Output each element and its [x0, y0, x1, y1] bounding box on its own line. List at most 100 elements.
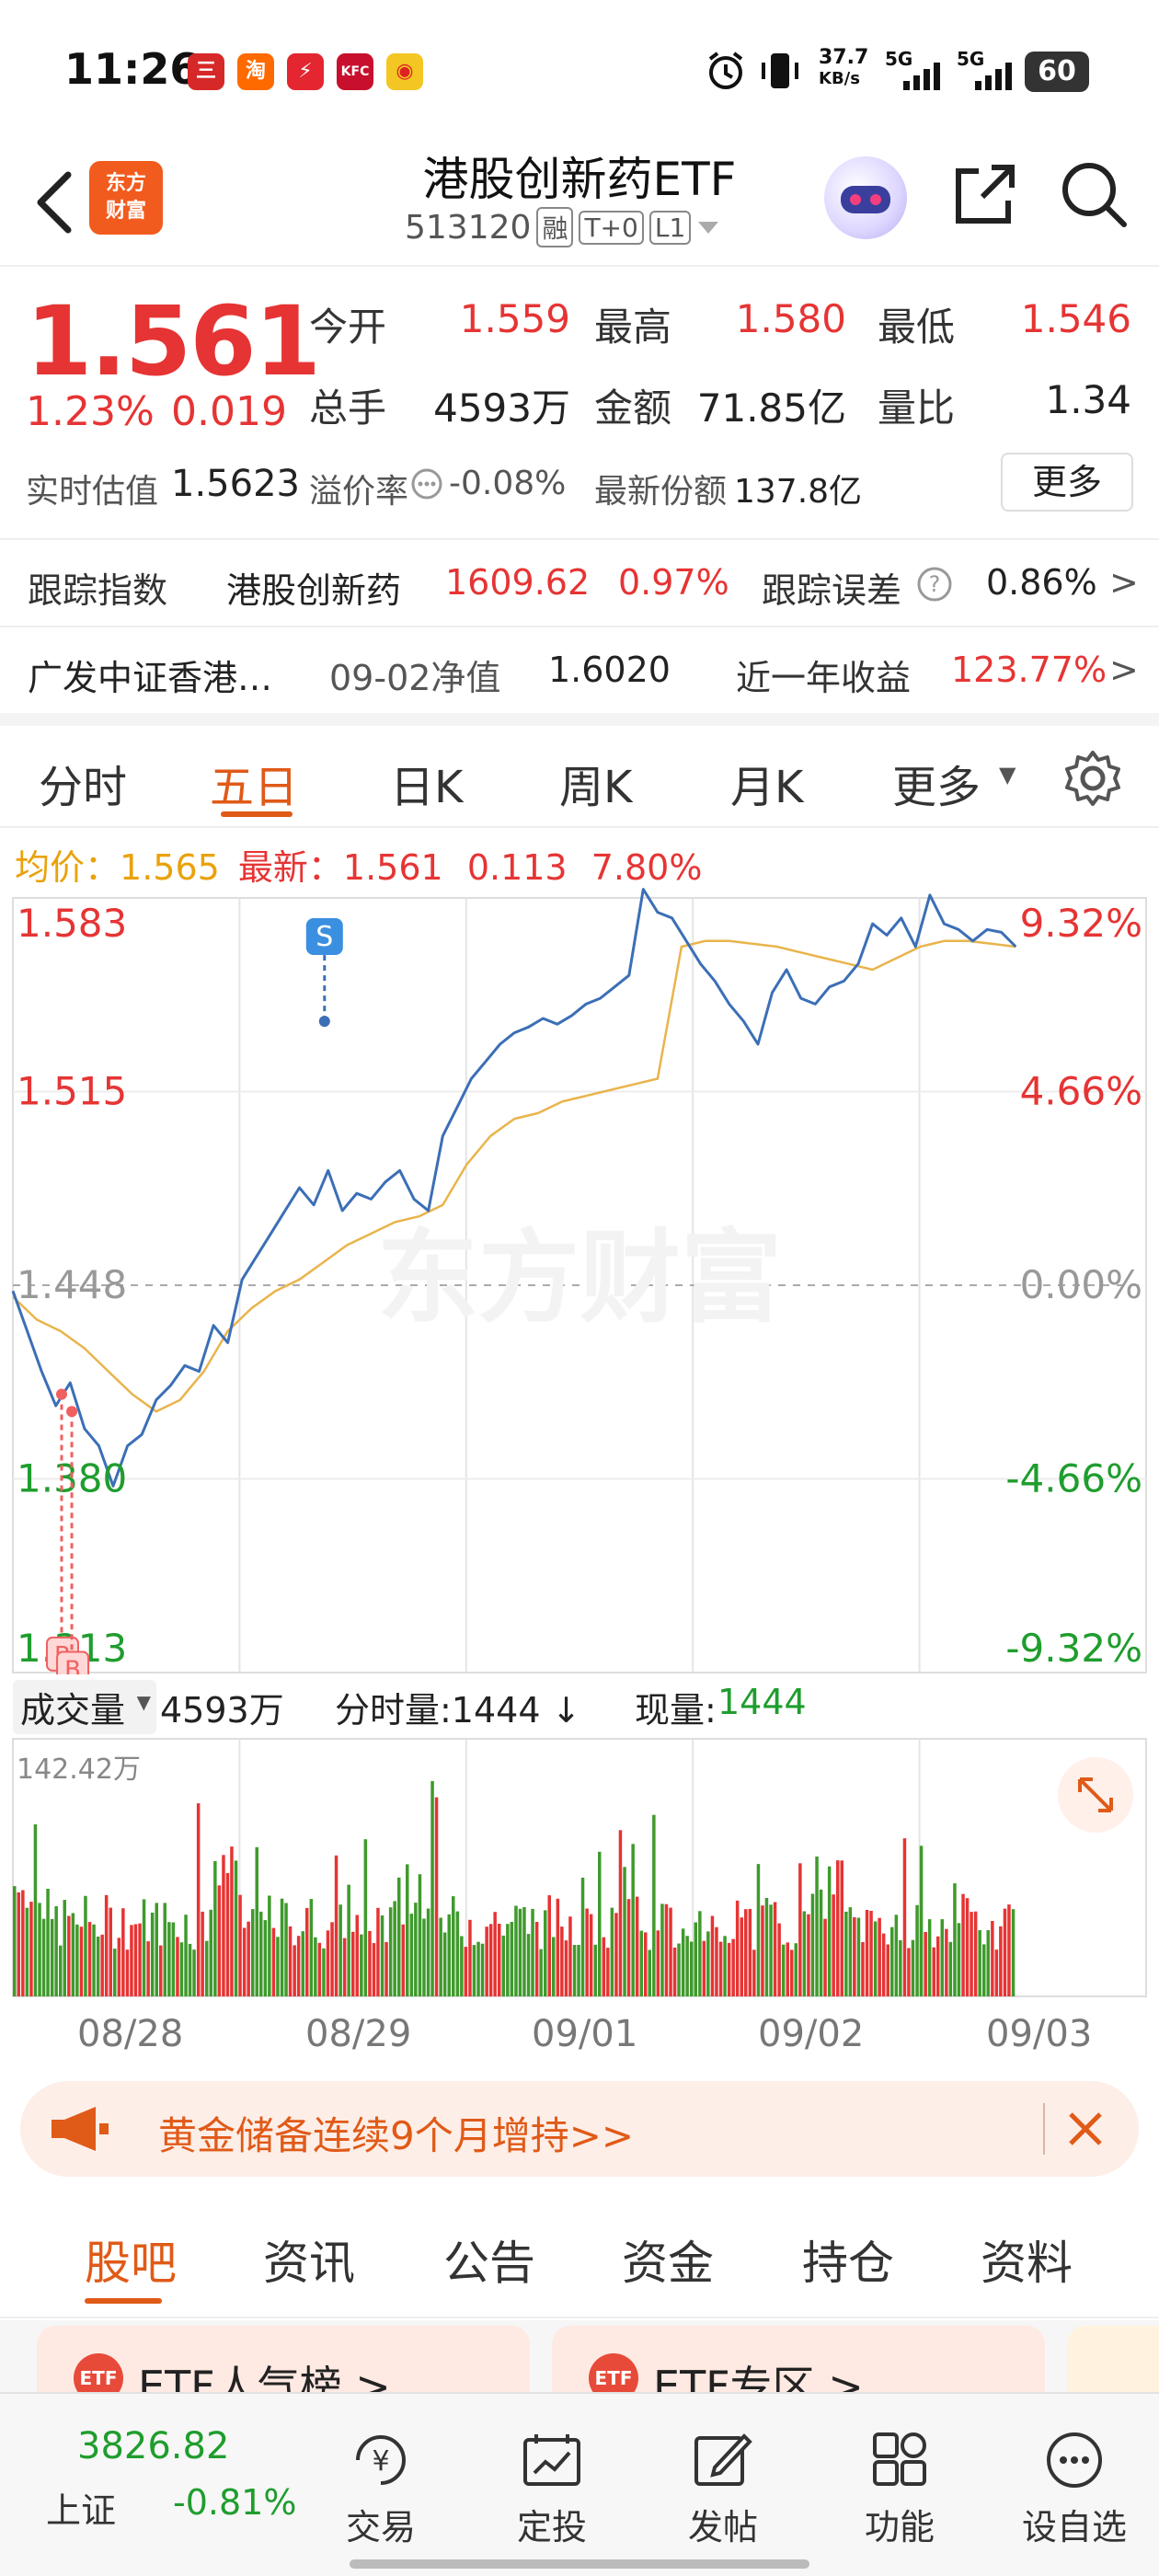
volume-bar — [355, 1915, 359, 1996]
fund-row[interactable]: 广发中证香港… 09-02净值 1.6020 近一年收益 123.77% > — [0, 626, 1159, 714]
volume-bar — [259, 1911, 263, 1996]
expand-chart-button[interactable] — [1058, 1757, 1133, 1833]
tab-news[interactable]: 资讯 — [263, 2226, 355, 2293]
volume-bar — [723, 1936, 727, 1996]
volume-bar — [422, 1918, 426, 1996]
tracking-index-name: 港股创新药 — [226, 570, 402, 611]
volume-bar — [715, 1926, 718, 1996]
volume-bar — [957, 1923, 961, 1996]
info-icon[interactable] — [410, 467, 443, 500]
stock-title: 港股创新药ETF — [422, 153, 737, 206]
volume-bar — [869, 1911, 873, 1996]
volume-bar — [927, 1919, 932, 1996]
volume-bar — [907, 1948, 911, 1996]
extra-card[interactable] — [1067, 2326, 1159, 2394]
volume-bar — [317, 1942, 322, 1996]
volume-bar — [121, 1908, 125, 1996]
volume-bar — [418, 1874, 422, 1996]
ai-assistant-icon[interactable] — [824, 156, 907, 239]
stock-code-row[interactable]: 513120 融 T+0 L1 — [405, 207, 720, 247]
edit-icon — [694, 2433, 752, 2486]
nav-label: 定投 — [516, 2507, 587, 2547]
volume-bar — [902, 1838, 907, 1996]
search-icon[interactable] — [1058, 158, 1131, 232]
volume-bar — [138, 1923, 142, 1996]
volume-bar — [434, 1797, 439, 1996]
volume-bar — [155, 1903, 158, 1996]
volume-bar — [848, 1907, 853, 1996]
more-button[interactable]: 更多 — [1001, 453, 1133, 512]
volume-bar — [677, 1943, 681, 1996]
tab-capital[interactable]: 资金 — [622, 2226, 714, 2293]
close-icon[interactable] — [1063, 2107, 1107, 2151]
tab-more[interactable]: 更多 — [892, 751, 981, 815]
eastmoney-logo[interactable]: 东方 财富 — [89, 161, 163, 235]
volume-bar — [447, 1914, 451, 1996]
volume-bar — [406, 1864, 409, 1996]
tab-monthly-k[interactable]: 月K — [730, 751, 803, 815]
return-value: 123.77% — [951, 650, 1107, 690]
volume-bar — [752, 1949, 756, 1996]
etf-zone-card[interactable]: ETF ETF专区 > — [552, 2326, 1045, 2394]
tab-daily-k[interactable]: 日K — [390, 751, 463, 815]
volume-bar — [113, 1949, 117, 1996]
stock-code: 513120 — [405, 208, 532, 247]
tab-holdings[interactable]: 持仓 — [802, 2226, 894, 2293]
volume-bar — [639, 1930, 643, 1996]
announcement-banner[interactable]: 黄金储备连续9个月增持>> — [20, 2081, 1139, 2177]
help-icon[interactable]: ? — [916, 566, 953, 603]
volume-bar — [999, 1926, 1003, 1996]
volume-chart[interactable] — [0, 1730, 1159, 2006]
tab-five-day[interactable]: 五日 — [210, 751, 298, 815]
share-icon[interactable] — [947, 158, 1021, 232]
volume-bar — [163, 1903, 166, 1996]
tab-announcements[interactable]: 公告 — [443, 2226, 535, 2293]
tab-profile[interactable]: 资料 — [981, 2226, 1073, 2293]
svg-text:¥: ¥ — [372, 2445, 389, 2478]
nav-invest-plan[interactable]: 定投 — [497, 2431, 607, 2549]
volume-bar — [623, 1867, 626, 1996]
volume-bar — [67, 1915, 71, 1996]
weibo-notification-icon: ◉ — [386, 53, 423, 90]
tracking-index-row[interactable]: 跟踪指数 港股创新药 1609.62 0.97% 跟踪误差 ? 0.86% > — [0, 538, 1159, 627]
tab-intraday[interactable]: 分时 — [39, 751, 127, 815]
tab-weekly-k[interactable]: 周K — [559, 751, 632, 815]
triangle-down-icon: ▼ — [999, 762, 1016, 788]
home-indicator — [350, 2559, 809, 2569]
volume-bar — [1007, 1904, 1011, 1996]
nav-functions[interactable]: 功能 — [844, 2431, 955, 2549]
volume-bar — [610, 1907, 614, 1996]
volume-bar — [844, 1911, 848, 1996]
tab-guba[interactable]: 股吧 — [85, 2226, 177, 2293]
volume-bar — [718, 1941, 723, 1996]
volume-bar — [890, 1926, 894, 1996]
volume-bar — [460, 1936, 464, 1996]
volume-bar — [351, 1931, 355, 1996]
volume-bar — [372, 1943, 376, 1996]
volume-bar — [656, 1930, 660, 1996]
nav-add-watchlist[interactable]: 设自选 — [1019, 2431, 1130, 2549]
back-button[interactable] — [28, 166, 83, 239]
volume-bar — [807, 1914, 810, 1996]
settings-gear-icon[interactable] — [1063, 749, 1122, 808]
volume-bar — [334, 1855, 339, 1996]
volume-bar — [672, 1947, 677, 1996]
volume-bar — [531, 1908, 534, 1996]
volume-bar — [827, 1866, 832, 1996]
etf-popularity-card[interactable]: ETF ETF人气榜 > — [37, 2326, 530, 2394]
buy-marker-dot — [55, 1388, 67, 1400]
chevron-right-icon: > — [1109, 650, 1139, 690]
volume-total: 4593万 — [160, 1690, 284, 1731]
volume-bar — [109, 1907, 112, 1996]
nav-trade[interactable]: ¥ 交易 — [326, 2431, 436, 2549]
yen-coin-icon: ¥ — [356, 2435, 406, 2485]
five-day-price-chart[interactable]: 东方财富1.5831.5151.4481.3801.3139.32%4.66%0… — [0, 883, 1159, 1674]
volume-bar — [669, 1907, 672, 1996]
volume-selector[interactable]: 成交量 ▼ — [13, 1680, 157, 1734]
chevron-right-icon: > — [1109, 562, 1139, 603]
volume-bar — [727, 1942, 731, 1996]
volume-bar — [29, 1902, 33, 1996]
volume-bar — [225, 1872, 230, 1996]
volume-bar — [991, 1921, 994, 1996]
nav-post[interactable]: 发帖 — [668, 2431, 778, 2549]
